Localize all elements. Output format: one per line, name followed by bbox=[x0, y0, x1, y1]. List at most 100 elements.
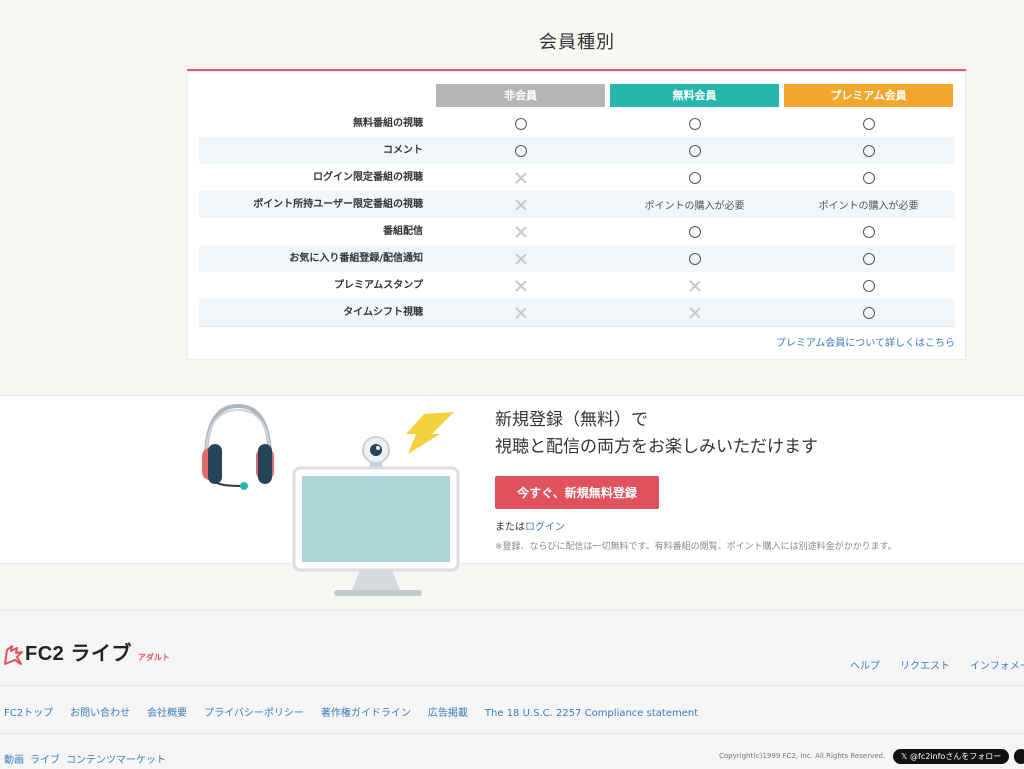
service-link-live[interactable]: ライブ bbox=[30, 755, 60, 766]
table-row: プレミアムスタンプ bbox=[199, 272, 955, 299]
unavailable-mark-icon bbox=[436, 164, 605, 191]
row-label: 番組配信 bbox=[383, 226, 423, 237]
logo-subtitle: アダルト bbox=[137, 653, 170, 662]
registration-heading-line1: 新規登録（無料）で bbox=[495, 410, 648, 430]
column-header-free-member: 無料会員 bbox=[610, 84, 779, 107]
footer bbox=[0, 610, 1024, 769]
available-mark-icon bbox=[784, 164, 953, 191]
row-label: コメント bbox=[383, 145, 423, 156]
service-links: 動画 ライブ コンテンツマーケット bbox=[4, 751, 172, 766]
cell-text: ポイントの購入が必要 bbox=[644, 201, 745, 212]
unavailable-mark-icon bbox=[610, 272, 779, 299]
x-follow-label: @fc2infoさんをフォロー bbox=[910, 752, 1002, 761]
available-mark-icon bbox=[436, 110, 605, 137]
circle-icon bbox=[862, 279, 875, 292]
circle-icon bbox=[862, 252, 875, 265]
footer-link-copyright-guideline[interactable]: 著作権ガイドライン bbox=[321, 708, 411, 719]
table-row: 無料番組の視聴 bbox=[199, 110, 955, 137]
circle-icon bbox=[514, 117, 527, 130]
row-label: お気に入り番組登録/配信通知 bbox=[289, 253, 423, 264]
webcam-icon bbox=[362, 436, 390, 468]
login-link[interactable]: ログイン bbox=[525, 522, 565, 533]
copyright-text: Copyright(c)1999 FC2, Inc. All Rights Re… bbox=[719, 752, 886, 760]
table-row: タイムシフト視聴 bbox=[199, 299, 955, 326]
x-follow-count-button[interactable] bbox=[1014, 749, 1024, 764]
unavailable-mark-icon bbox=[436, 245, 605, 272]
footer-link-2257[interactable]: The 18 U.S.C. 2257 Compliance statement bbox=[485, 708, 698, 719]
cross-icon bbox=[515, 172, 527, 184]
row-label: ポイント所持ユーザー限定番組の視聴 bbox=[253, 199, 423, 210]
fc2-unicorn-logo-icon bbox=[4, 645, 23, 665]
unavailable-mark-icon bbox=[436, 272, 605, 299]
table-row: 番組配信 bbox=[199, 218, 955, 245]
section-title: 会員種別 bbox=[539, 32, 615, 53]
available-mark-icon bbox=[610, 110, 779, 137]
available-mark-icon bbox=[610, 245, 779, 272]
row-label: 無料番組の視聴 bbox=[353, 118, 423, 129]
circle-icon bbox=[688, 144, 701, 157]
footer-link-company[interactable]: 会社概要 bbox=[147, 708, 187, 719]
available-mark-icon bbox=[784, 218, 953, 245]
footer-divider bbox=[0, 733, 1024, 734]
available-mark-icon bbox=[784, 299, 953, 326]
circle-icon bbox=[862, 225, 875, 238]
available-mark-icon bbox=[610, 137, 779, 164]
circle-icon bbox=[862, 117, 875, 130]
unavailable-mark-icon bbox=[436, 299, 605, 326]
information-link[interactable]: インフォメーション bbox=[970, 661, 1024, 672]
table-divider bbox=[199, 326, 955, 327]
column-header-premium-member: プレミアム会員 bbox=[784, 84, 953, 107]
circle-icon bbox=[688, 171, 701, 184]
table-row: ポイント所持ユーザー限定番組の視聴 ポイントの購入が必要 ポイントの購入が必要 bbox=[199, 191, 955, 218]
footer-links: FC2トップ お問い合わせ 会社概要 プライバシーポリシー 著作権ガイドライン 広告掲載 T… bbox=[4, 704, 715, 719]
footer-nav: ヘルプ リクエスト インフォメーション bbox=[830, 657, 1024, 672]
available-mark-icon bbox=[784, 272, 953, 299]
cross-icon bbox=[515, 253, 527, 265]
cross-icon bbox=[689, 280, 701, 292]
available-mark-icon bbox=[610, 164, 779, 191]
available-mark-icon bbox=[436, 137, 605, 164]
available-mark-icon bbox=[784, 137, 953, 164]
headset-icon bbox=[202, 403, 274, 490]
registration-heading: 新規登録（無料）で 視聴と配信の両方をお楽しみいただけます bbox=[495, 407, 818, 461]
help-link[interactable]: ヘルプ bbox=[850, 661, 880, 672]
cross-icon bbox=[515, 199, 527, 211]
cell-text: ポイントの購入が必要 bbox=[818, 201, 919, 212]
circle-icon bbox=[862, 306, 875, 319]
circle-icon bbox=[688, 117, 701, 130]
cross-icon bbox=[515, 280, 527, 292]
logo-text: FC2 ライブ bbox=[25, 643, 132, 665]
footer-link-contact[interactable]: お問い合わせ bbox=[70, 708, 130, 719]
table-row: コメント bbox=[199, 137, 955, 164]
available-mark-icon bbox=[610, 218, 779, 245]
premium-details-link[interactable]: プレミアム会員について詳しくはこちら bbox=[776, 334, 955, 349]
circle-icon bbox=[862, 144, 875, 157]
circle-icon bbox=[688, 225, 701, 238]
fc2-live-logo[interactable]: FC2 ライブ アダルト bbox=[3, 637, 170, 666]
table-row: ログイン限定番組の視聴 bbox=[199, 164, 955, 191]
row-label: タイムシフト視聴 bbox=[343, 307, 423, 318]
request-link[interactable]: リクエスト bbox=[900, 661, 950, 672]
footer-link-fc2-top[interactable]: FC2トップ bbox=[4, 708, 53, 719]
footer-link-privacy[interactable]: プライバシーポリシー bbox=[204, 708, 304, 719]
x-follow-button[interactable]: 𝕏 @fc2infoさんをフォロー bbox=[893, 749, 1010, 764]
available-mark-icon bbox=[784, 245, 953, 272]
circle-icon bbox=[688, 252, 701, 265]
x-logo-icon: 𝕏 bbox=[901, 752, 910, 761]
table-row: お気に入り番組登録/配信通知 bbox=[199, 245, 955, 272]
service-link-video[interactable]: 動画 bbox=[4, 755, 24, 766]
unavailable-mark-icon bbox=[436, 218, 605, 245]
row-label: ログイン限定番組の視聴 bbox=[313, 172, 423, 183]
cross-icon bbox=[515, 307, 527, 319]
available-mark-icon bbox=[784, 110, 953, 137]
cross-icon bbox=[515, 226, 527, 238]
register-free-button[interactable]: 今すぐ、新規無料登録 bbox=[495, 476, 659, 509]
row-label: プレミアムスタンプ bbox=[334, 280, 423, 291]
service-link-content-market[interactable]: コンテンツマーケット bbox=[66, 755, 166, 766]
lightning-icon bbox=[406, 412, 454, 454]
unavailable-mark-icon bbox=[436, 191, 605, 218]
footer-link-advertising[interactable]: 広告掲載 bbox=[428, 708, 468, 719]
registration-note: ※登録、ならびに配信は一切無料です。有料番組の閲覧、ポイント購入には別途料金がか… bbox=[495, 542, 897, 552]
cross-icon bbox=[689, 307, 701, 319]
circle-icon bbox=[862, 171, 875, 184]
